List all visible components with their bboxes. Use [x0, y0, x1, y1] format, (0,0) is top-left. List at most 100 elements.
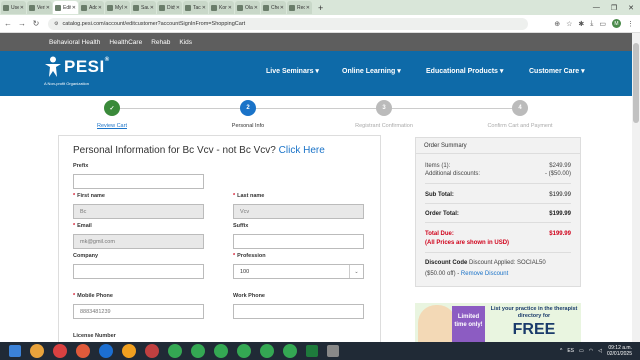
tab-close-icon[interactable]: ✕ [98, 5, 102, 11]
step-2-circle: 2 [240, 100, 256, 116]
profile-avatar[interactable]: M [612, 19, 621, 28]
profession-select[interactable]: 100 ⌄ [233, 264, 364, 279]
stepper-line [112, 108, 520, 109]
remove-discount-link[interactable]: Remove Discount [461, 271, 508, 277]
browser-tab[interactable]: Sausa✕ [131, 1, 156, 14]
checkout-stepper: ✓ 2 3 4 Review Cart Personal Info Regist… [0, 96, 630, 132]
browser-tab[interactable]: Add I✕ [79, 1, 104, 14]
url-text: catalog.pesi.com/account/editcustomer?ac… [62, 20, 246, 27]
new-tab-button[interactable]: + [318, 3, 323, 13]
browser-tab[interactable]: Edit A✕ [53, 1, 78, 14]
step-review-cart-link[interactable]: Review Cart [97, 123, 127, 129]
mobile-phone-label: * Mobile Phone [73, 293, 113, 299]
tab-close-icon[interactable]: ✕ [176, 5, 180, 11]
browser-tab[interactable]: Didy✕ [157, 1, 182, 14]
chrome-icon[interactable] [191, 344, 205, 358]
browser-menu-icon[interactable]: ⋮ [627, 20, 634, 28]
discount-applied-text: Discount Code Discount Applied: SOCIAL50 [425, 260, 546, 266]
limited-time-badge: Limited time only! [452, 306, 485, 343]
browser-tab[interactable]: Chec✕ [261, 1, 286, 14]
ad-photo [418, 305, 456, 343]
menu-educational-products[interactable]: Educational Products ▾ [426, 67, 503, 75]
discount-off-text: ($50.00 off) - Remove Discount [425, 271, 509, 277]
browser-tab[interactable]: Korea✕ [209, 1, 234, 14]
tray-arrow-icon[interactable]: ^ [560, 348, 562, 354]
language-indicator[interactable]: ES [567, 348, 574, 354]
chrome-icon[interactable] [260, 344, 274, 358]
prefix-input[interactable] [73, 174, 204, 189]
page-scrollbar[interactable] [632, 33, 640, 342]
top-link-rehab[interactable]: Rehab [151, 39, 170, 46]
app-icon[interactable] [99, 344, 113, 358]
chrome-icon[interactable] [237, 344, 251, 358]
tab-close-icon[interactable]: ✕ [46, 5, 50, 11]
app-icon[interactable] [327, 345, 339, 357]
tab-close-icon[interactable]: ✕ [228, 5, 232, 11]
tab-favicon-icon [237, 4, 243, 11]
first-name-input[interactable]: Bc [73, 204, 204, 219]
top-link-healthcare[interactable]: HealthCare [109, 39, 142, 46]
tab-close-icon[interactable]: ✕ [20, 5, 24, 11]
battery-icon[interactable]: ▭ [579, 348, 584, 354]
pesi-logo[interactable]: PESI® A Non-profit Organization [44, 56, 109, 90]
work-phone-input[interactable] [233, 304, 364, 319]
browser-tab[interactable]: Use c✕ [1, 1, 26, 14]
click-here-link[interactable]: Click Here [279, 145, 325, 156]
tab-close-icon[interactable]: ✕ [306, 5, 310, 11]
menu-customer-care[interactable]: Customer Care ▾ [529, 67, 585, 75]
tab-favicon-icon [185, 4, 191, 11]
wifi-icon[interactable]: ◠ [589, 348, 593, 354]
app-icon[interactable] [76, 344, 90, 358]
chrome-icon[interactable] [214, 344, 228, 358]
site-info-icon[interactable]: ⚙ [54, 21, 58, 27]
chrome-icon[interactable] [283, 344, 297, 358]
tab-close-icon[interactable]: ✕ [280, 5, 284, 11]
browser-tab[interactable]: MyCa✕ [105, 1, 130, 14]
tab-close-icon[interactable]: ✕ [202, 5, 206, 11]
top-link-behavioral-health[interactable]: Behavioral Health [49, 39, 100, 46]
mobile-phone-input[interactable]: 8883481239 [73, 304, 204, 319]
menu-online-learning[interactable]: Online Learning ▾ [342, 67, 401, 75]
minimize-icon[interactable]: — [593, 4, 600, 12]
start-icon[interactable] [9, 345, 21, 357]
logo-tagline: A Non-profit Organization [44, 81, 89, 86]
browser-tab[interactable]: Ola S✕ [235, 1, 260, 14]
excel-icon[interactable] [306, 345, 318, 357]
maximize-icon[interactable]: ❐ [611, 4, 617, 12]
scrollbar-thumb[interactable] [633, 43, 639, 123]
tab-close-icon[interactable]: ✕ [150, 5, 154, 11]
app-icon[interactable] [30, 344, 44, 358]
app-icon[interactable] [145, 344, 159, 358]
url-input[interactable]: ⚙ catalog.pesi.com/account/editcustomer?… [48, 17, 528, 30]
close-window-icon[interactable]: ✕ [628, 4, 634, 12]
order-summary: Order Summary Items (1): $249.99 Addition… [415, 137, 581, 287]
forward-icon[interactable]: → [16, 19, 28, 28]
tab-close-icon[interactable]: ✕ [124, 5, 128, 11]
zoom-icon[interactable]: ⊕ [554, 20, 560, 28]
browser-tab[interactable]: Verifi✕ [27, 1, 52, 14]
pesi-figure-icon [45, 56, 61, 77]
top-link-kids[interactable]: Kids [179, 39, 192, 46]
chrome-icon[interactable] [168, 344, 182, 358]
extensions-icon[interactable]: ✱ [578, 20, 584, 28]
company-input[interactable] [73, 264, 204, 279]
therapist-directory-ad[interactable]: Limited time only! List your practice in… [415, 303, 581, 343]
volume-icon[interactable]: ◁ [598, 348, 602, 354]
bookmark-star-icon[interactable]: ☆ [566, 20, 572, 28]
email-input[interactable]: mk@gmil.com [73, 234, 204, 249]
suffix-input[interactable] [233, 234, 364, 249]
firefox-icon[interactable] [122, 344, 136, 358]
opera-icon[interactable] [53, 344, 67, 358]
last-name-input[interactable]: Vcv [233, 204, 364, 219]
divider [425, 252, 571, 253]
tab-close-icon[interactable]: ✕ [254, 5, 258, 11]
sidepanel-icon[interactable]: ▭ [599, 20, 606, 28]
browser-tab[interactable]: Recib✕ [287, 1, 312, 14]
menu-live-seminars[interactable]: Live Seminars ▾ [266, 67, 319, 75]
browser-tab[interactable]: Tackle✕ [183, 1, 208, 14]
downloads-icon[interactable]: ⤓ [590, 20, 593, 28]
reload-icon[interactable]: ↻ [30, 19, 42, 28]
back-icon[interactable]: ← [2, 19, 14, 28]
tab-close-icon[interactable]: ✕ [72, 5, 76, 11]
system-clock[interactable]: 09:12 a.m. 02/01/2025 [607, 345, 632, 357]
